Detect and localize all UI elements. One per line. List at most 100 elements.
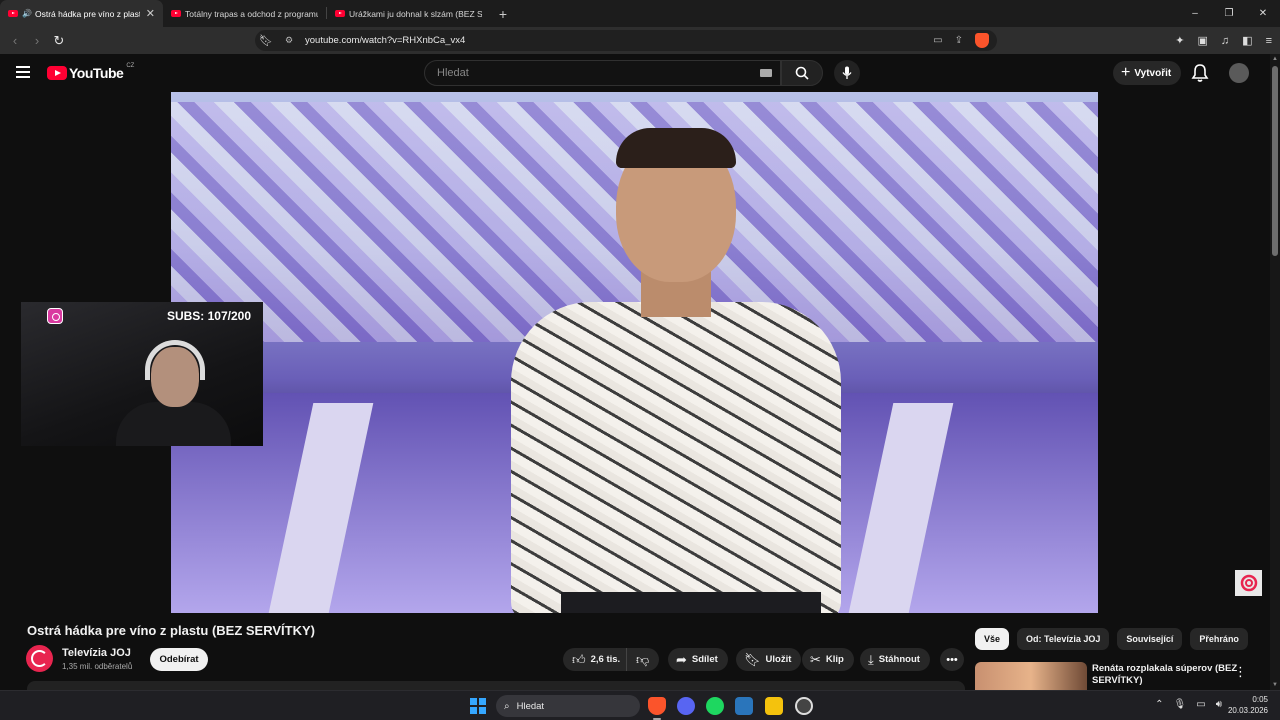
hair xyxy=(616,128,736,168)
window-controls: – ❐ ✕ xyxy=(1178,0,1280,27)
search-input[interactable] xyxy=(425,61,725,85)
back-icon[interactable]: ‹ xyxy=(4,30,26,52)
close-window-button[interactable]: ✕ xyxy=(1246,0,1280,27)
sidebar-toggle-icon[interactable]: ◧ xyxy=(1242,34,1252,47)
recommended-video[interactable]: Renáta rozplakala súperov (BEZ SERVÍTKY)… xyxy=(975,662,1265,692)
share-page-icon[interactable]: ⇪ xyxy=(955,35,963,46)
like-button[interactable]: 👍︎ 2,6 tis. xyxy=(563,648,627,671)
close-tab-icon[interactable]: ✕ xyxy=(146,7,155,20)
streamer-body xyxy=(116,402,231,446)
microphone-tray-icon[interactable]: 🎙︎ xyxy=(1174,699,1187,710)
dislike-button[interactable]: 👎︎ xyxy=(627,652,654,668)
microphone-icon xyxy=(842,66,852,79)
share-button[interactable]: ➦ Sdílet xyxy=(668,648,728,671)
minimize-button[interactable]: – xyxy=(1178,0,1212,27)
wallet-icon[interactable]: ▣ xyxy=(1198,34,1208,47)
address-bar-actions: ▭ ⇪ xyxy=(933,33,989,48)
chevron-up-icon[interactable]: ⌃ xyxy=(1155,699,1163,710)
site-info-icon[interactable]: ⚙ xyxy=(285,35,293,46)
scroll-down-arrow-icon[interactable]: ▼ xyxy=(1272,682,1278,688)
search-button[interactable] xyxy=(781,60,823,86)
browser-menu-icon[interactable]: ≡ xyxy=(1266,35,1272,47)
taskbar-search[interactable]: ⌕ Hledat xyxy=(496,695,640,717)
notifications-bell-icon[interactable] xyxy=(1191,63,1209,83)
video-subject xyxy=(501,128,841,613)
thumbs-up-icon: 👍︎ xyxy=(572,651,586,667)
cast-icon[interactable]: ▭ xyxy=(933,35,942,46)
related-filter-chips: Vše Od: Televízia JOJ Související Přehrá… xyxy=(975,628,1248,650)
joj-spiral-icon xyxy=(1240,574,1257,592)
youtube-wordmark: YouTube xyxy=(69,65,124,81)
pants xyxy=(561,592,821,613)
search-box xyxy=(424,60,781,86)
lane-stripe xyxy=(848,403,954,613)
display-icon[interactable]: ▭ xyxy=(1196,699,1205,710)
download-icon: ⤓ xyxy=(868,651,874,667)
extensions-icon[interactable]: ✦ xyxy=(1175,34,1184,47)
youtube-favicon-icon xyxy=(171,10,181,17)
youtube-header: YouTube CZ + Vytvořit xyxy=(0,54,1270,92)
country-code: CZ xyxy=(126,63,135,69)
create-label: Vytvořit xyxy=(1134,67,1172,79)
thumbs-down-icon: 👎︎ xyxy=(636,651,650,667)
save-button[interactable]: 🔖︎ Uložit xyxy=(736,648,802,671)
video-title: Ostrá hádka pre víno z plastu (BEZ SERVÍ… xyxy=(27,623,315,638)
steam-icon[interactable] xyxy=(735,697,753,715)
clip-button[interactable]: ✂ Klip xyxy=(802,648,854,671)
youtube-play-icon xyxy=(47,66,67,80)
scissors-icon: ✂ xyxy=(810,651,821,667)
voice-search-button[interactable] xyxy=(834,60,860,86)
scrollbar-thumb[interactable] xyxy=(1272,66,1278,256)
scroll-up-arrow-icon[interactable]: ▲ xyxy=(1272,56,1278,62)
channel-avatar[interactable] xyxy=(26,645,53,672)
spotify-icon[interactable] xyxy=(706,697,724,715)
chip-from-channel[interactable]: Od: Televízia JOJ xyxy=(1017,628,1110,650)
recommended-thumbnail[interactable] xyxy=(975,662,1087,692)
page-scrollbar[interactable]: ▲ ▼ xyxy=(1270,54,1280,690)
browser-toolbar: ‹ › ↻ 🔖︎ ⚙ youtube.com/watch?v=RHXnbCa_v… xyxy=(0,27,1280,54)
keyboard-icon[interactable] xyxy=(760,69,772,77)
new-tab-button[interactable]: + xyxy=(490,0,516,27)
channel-name[interactable]: Televízia JOJ xyxy=(62,647,131,659)
chip-related[interactable]: Související xyxy=(1117,628,1183,650)
subscribe-button[interactable]: Odebírat xyxy=(150,648,208,671)
system-tray: ⌃ 🎙︎ ▭ 🔊︎ xyxy=(1155,699,1222,710)
download-button[interactable]: ⤓ Stáhnout xyxy=(860,648,930,671)
forward-icon[interactable]: › xyxy=(26,30,48,52)
obs-icon[interactable] xyxy=(795,697,813,715)
tab-second-video[interactable]: Totálny trapas a odchod z programu xyxy=(163,0,326,27)
clock-time: 0:05 xyxy=(1252,695,1268,704)
brave-shields-icon[interactable] xyxy=(975,33,989,48)
chip-watched[interactable]: Přehráno xyxy=(1190,628,1248,650)
restore-button[interactable]: ❐ xyxy=(1212,0,1246,27)
speaker-icon[interactable]: 🔊 xyxy=(22,9,32,18)
recommended-title[interactable]: Renáta rozplakala súperov (BEZ SERVÍTKY) xyxy=(1092,663,1242,687)
menu-icon[interactable] xyxy=(16,66,30,78)
discord-icon[interactable] xyxy=(677,697,695,715)
file-explorer-icon[interactable] xyxy=(765,697,783,715)
account-avatar[interactable] xyxy=(1229,63,1249,83)
search-icon: ⌕ xyxy=(504,700,510,712)
tab-label: Urážkami ju dohnal k slzám (BEZ SER xyxy=(349,8,482,19)
system-clock[interactable]: 0:05 20.03.2026 xyxy=(1228,694,1268,716)
create-button[interactable]: + Vytvořit xyxy=(1113,61,1182,85)
share-arrow-icon: ➦ xyxy=(676,651,687,667)
bookmark-icon[interactable]: 🔖︎ xyxy=(259,34,273,47)
brave-browser-icon[interactable] xyxy=(648,697,666,720)
more-actions-icon[interactable]: ••• xyxy=(940,648,964,671)
url-text[interactable]: youtube.com/watch?v=RHXnbCa_vx4 xyxy=(305,35,465,46)
youtube-logo[interactable]: YouTube CZ xyxy=(47,63,135,81)
video-player[interactable] xyxy=(171,92,1098,613)
windows-start-icon[interactable] xyxy=(470,698,486,714)
reload-icon[interactable]: ↻ xyxy=(48,30,70,52)
save-label: Uložit xyxy=(765,654,792,665)
youtube-favicon-icon xyxy=(335,10,345,17)
address-bar[interactable]: 🔖︎ ⚙ youtube.com/watch?v=RHXnbCa_vx4 ▭ ⇪ xyxy=(255,30,997,51)
chip-all[interactable]: Vše xyxy=(975,628,1010,650)
like-count: 2,6 tis. xyxy=(590,654,621,665)
volume-icon[interactable]: 🔊︎ xyxy=(1216,699,1222,710)
tab-active-video[interactable]: 🔊 Ostrá hádka pre víno z plastu ✕ xyxy=(0,0,163,27)
kebab-menu-icon[interactable]: ⋮ xyxy=(1234,664,1247,680)
media-icon[interactable]: ♫ xyxy=(1221,35,1229,47)
tab-third-video[interactable]: Urážkami ju dohnal k slzám (BEZ SER xyxy=(327,0,490,27)
